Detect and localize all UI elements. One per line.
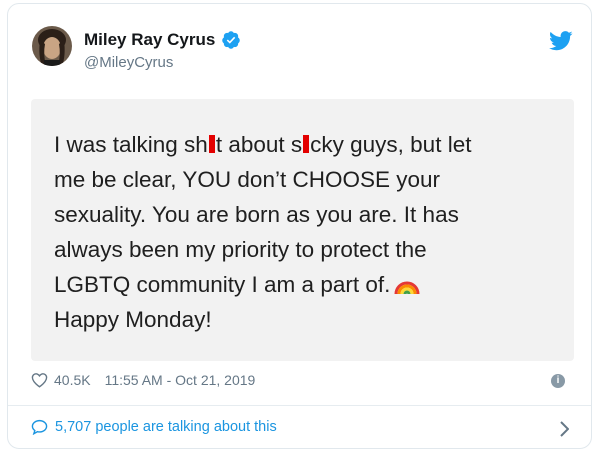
avatar[interactable]	[32, 26, 72, 66]
verified-badge-icon	[222, 31, 241, 49]
tweet-line-4: always been my priority to protect the	[54, 237, 427, 262]
tweet-timestamp[interactable]: 11:55 AM - Oct 21, 2019	[105, 372, 256, 388]
divider	[8, 405, 591, 406]
tweet-image[interactable]: I was talking sh t about s cky guys, but l…	[31, 99, 574, 361]
user-handle[interactable]: @MileyCyrus	[84, 54, 173, 71]
tweet-line-2: me be clear, YOU don’t CHOOSE your	[54, 167, 440, 192]
tweet-line-1b: t about s	[215, 132, 303, 157]
heart-icon[interactable]	[31, 372, 48, 388]
tweet-header: Miley Ray Cyrus @MileyCyrus	[8, 4, 591, 84]
censor-bar	[303, 135, 310, 153]
conversation-link[interactable]: 5,707 people are talking about this	[31, 419, 277, 435]
like-count[interactable]: 40.5K	[54, 372, 91, 388]
chevron-right-icon[interactable]	[559, 421, 569, 437]
tweet-text: I was talking sh t about s cky guys, but l…	[54, 127, 550, 337]
tweet-line-6: Happy Monday!	[54, 307, 212, 332]
tweet-meta: 40.5K 11:55 AM - Oct 21, 2019	[31, 372, 255, 388]
speech-bubble-icon	[31, 419, 48, 435]
tweet-line-1a: I was talking sh	[54, 132, 208, 157]
display-name[interactable]: Miley Ray Cyrus	[84, 30, 215, 50]
tweet-line-5: LGBTQ community I am a part of.	[54, 272, 391, 297]
twitter-bird-icon[interactable]	[549, 31, 573, 51]
tweet-line-1c: cky guys, but let	[310, 132, 472, 157]
rainbow-emoji-icon	[394, 281, 420, 295]
tweet-line-3: sexuality. You are born as you are. It h…	[54, 202, 459, 227]
tweet-card: Miley Ray Cyrus @MileyCyrus I was talkin…	[7, 3, 592, 449]
name-row: Miley Ray Cyrus	[84, 30, 241, 50]
info-icon[interactable]: i	[551, 374, 565, 388]
talking-count[interactable]: 5,707 people are talking about this	[55, 419, 277, 435]
censor-bar	[208, 135, 215, 153]
